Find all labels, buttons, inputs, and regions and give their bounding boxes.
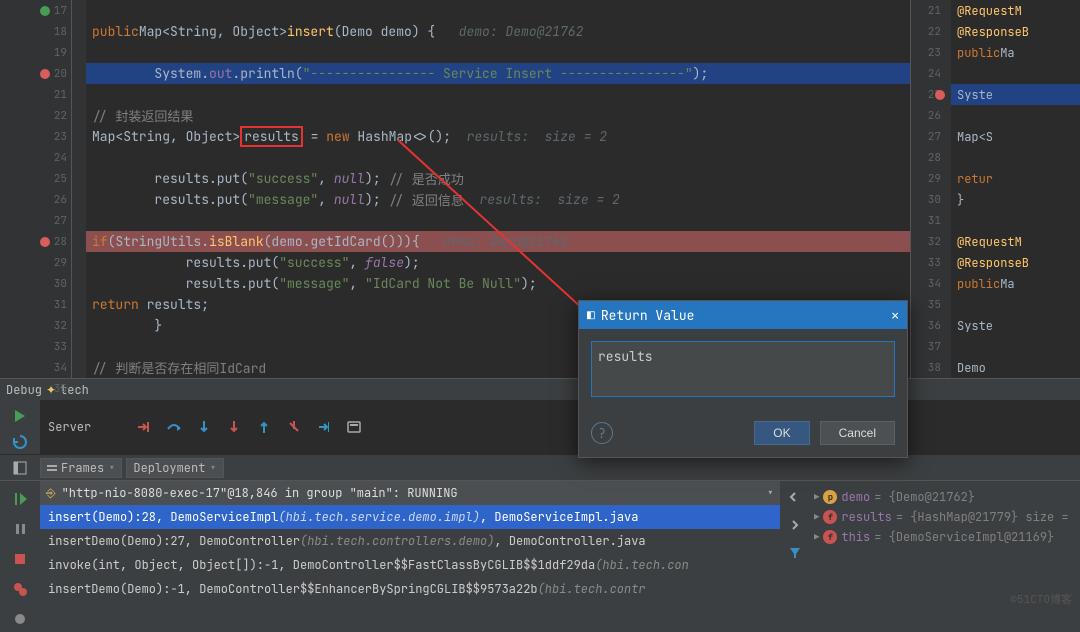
code-line[interactable]: public Ma bbox=[951, 273, 1080, 294]
app-icon: ◧ bbox=[587, 307, 595, 324]
prev-frame-button[interactable] bbox=[783, 485, 807, 509]
code-line[interactable]: @ResponseB bbox=[951, 21, 1080, 42]
drop-frame-button[interactable] bbox=[285, 418, 303, 436]
cancel-button[interactable]: Cancel bbox=[820, 421, 895, 445]
code-line[interactable] bbox=[86, 42, 910, 63]
mute-breakpoints-button[interactable] bbox=[8, 607, 32, 631]
code-line[interactable]: } bbox=[951, 189, 1080, 210]
thread-name: "http-nio-8080-exec-17"@18,846 in group … bbox=[62, 485, 458, 501]
code-line[interactable] bbox=[951, 210, 1080, 231]
stack-frame[interactable]: insertDemo(Demo):-1, DemoController$$Enh… bbox=[40, 577, 780, 601]
stop-button[interactable] bbox=[8, 547, 32, 571]
dialog-title: Return Value bbox=[601, 307, 695, 324]
filter-button[interactable] bbox=[783, 541, 807, 565]
variables-panel[interactable]: ▶p demo = {Demo@21762}▶f results = {Hash… bbox=[810, 481, 1080, 632]
code-line[interactable] bbox=[86, 210, 910, 231]
code-line[interactable] bbox=[951, 105, 1080, 126]
ok-button[interactable]: OK bbox=[754, 421, 809, 445]
return-value-dialog: ◧ Return Value ✕ ? OK Cancel bbox=[578, 300, 908, 458]
next-frame-button[interactable] bbox=[783, 513, 807, 537]
gutter[interactable]: 17181920212223242526272829303132333435 bbox=[0, 0, 72, 378]
update-button[interactable] bbox=[8, 430, 32, 454]
code-line[interactable] bbox=[86, 84, 910, 105]
rerun-button[interactable] bbox=[8, 404, 32, 428]
code-line[interactable]: Map<String, Object> results = new HashMa… bbox=[86, 126, 910, 147]
view-breakpoints-button[interactable] bbox=[8, 577, 32, 601]
code-line[interactable]: @ResponseB bbox=[951, 252, 1080, 273]
code-line[interactable]: System.out.println("---------------- Ser… bbox=[86, 63, 910, 84]
frames-panel: ⎆ "http-nio-8080-exec-17"@18,846 in grou… bbox=[40, 481, 780, 632]
code-line[interactable] bbox=[951, 147, 1080, 168]
restore-layout-button[interactable] bbox=[8, 456, 32, 480]
code-line[interactable]: results.put("message", "IdCard Not Be Nu… bbox=[86, 273, 910, 294]
code-line[interactable]: public Map<String, Object> insert(Demo d… bbox=[86, 21, 910, 42]
code-line[interactable] bbox=[951, 63, 1080, 84]
debug-tab-bar: Debug ✦ tech bbox=[0, 378, 1080, 400]
run-column bbox=[0, 481, 40, 632]
code-line[interactable]: retur bbox=[951, 168, 1080, 189]
pause-button[interactable] bbox=[8, 517, 32, 541]
step-into-button[interactable] bbox=[195, 418, 213, 436]
frames-tab[interactable]: Frames▾ bbox=[40, 458, 122, 478]
code-line[interactable]: public Ma bbox=[951, 42, 1080, 63]
stack-frame[interactable]: insert(Demo):28, DemoServiceImpl (hbi.te… bbox=[40, 505, 780, 529]
side-editor: 212223242526272829303132333435363738 @Re… bbox=[910, 0, 1080, 378]
evaluate-button[interactable] bbox=[345, 418, 363, 436]
variable-row[interactable]: ▶p demo = {Demo@21762} bbox=[814, 487, 1076, 507]
frames-icon bbox=[47, 463, 57, 473]
code-line[interactable] bbox=[951, 294, 1080, 315]
thread-selector[interactable]: ⎆ "http-nio-8080-exec-17"@18,846 in grou… bbox=[40, 481, 780, 505]
frames-nav-column bbox=[780, 481, 810, 632]
stack-frame[interactable]: invoke(int, Object, Object[]):-1, DemoCo… bbox=[40, 553, 780, 577]
thread-icon: ⎆ bbox=[46, 485, 56, 501]
step-out-button[interactable] bbox=[255, 418, 273, 436]
watermark: ©51CTO博客 bbox=[1010, 591, 1072, 607]
code-line[interactable]: @RequestM bbox=[951, 231, 1080, 252]
code-line[interactable]: results.put("message", null); // 返回信息 re… bbox=[86, 189, 910, 210]
force-step-into-button[interactable] bbox=[225, 418, 243, 436]
code-line[interactable]: Map<S bbox=[951, 126, 1080, 147]
step-over-button[interactable] bbox=[165, 418, 183, 436]
code-line[interactable]: Syste bbox=[951, 315, 1080, 336]
code-line[interactable]: results.put("success", false); bbox=[86, 252, 910, 273]
code-line[interactable]: if(StringUtils.isBlank(demo.getIdCard())… bbox=[86, 231, 910, 252]
close-icon[interactable]: ✕ bbox=[891, 307, 899, 324]
marker-strip bbox=[72, 0, 86, 378]
server-tab[interactable]: Server bbox=[48, 419, 91, 435]
variable-row[interactable]: ▶f results = {HashMap@21779} size = bbox=[814, 507, 1076, 527]
help-button[interactable]: ? bbox=[591, 422, 613, 444]
expression-input[interactable] bbox=[591, 341, 895, 397]
code-line[interactable]: results.put("success", null); // 是否成功 bbox=[86, 168, 910, 189]
debug-toolbar: Server bbox=[40, 400, 1080, 454]
code-line[interactable]: Demo bbox=[951, 357, 1080, 378]
chevron-down-icon: ▾ bbox=[767, 485, 774, 501]
stack-frame[interactable]: insertDemo(Demo):27, DemoController (hbi… bbox=[40, 529, 780, 553]
side-code-area[interactable]: @RequestM@ResponseBpublic Ma Syste Map<S… bbox=[951, 0, 1080, 378]
side-gutter[interactable]: 212223242526272829303132333435363738 bbox=[911, 0, 951, 378]
dialog-title-bar[interactable]: ◧ Return Value ✕ bbox=[579, 301, 907, 329]
resume-button[interactable] bbox=[8, 487, 32, 511]
variable-row[interactable]: ▶f this = {DemoServiceImpl@21169} bbox=[814, 527, 1076, 547]
code-line[interactable]: @RequestM bbox=[951, 0, 1080, 21]
code-line[interactable] bbox=[86, 0, 910, 21]
run-to-cursor-button[interactable] bbox=[315, 418, 333, 436]
code-line[interactable] bbox=[86, 147, 910, 168]
code-line[interactable]: Syste bbox=[951, 84, 1080, 105]
show-exec-point-button[interactable] bbox=[135, 418, 153, 436]
code-line[interactable]: // 封装返回结果 bbox=[86, 105, 910, 126]
code-line[interactable] bbox=[951, 336, 1080, 357]
debug-side-buttons bbox=[0, 400, 40, 454]
deployment-tab[interactable]: Deployment▾ bbox=[126, 458, 223, 478]
